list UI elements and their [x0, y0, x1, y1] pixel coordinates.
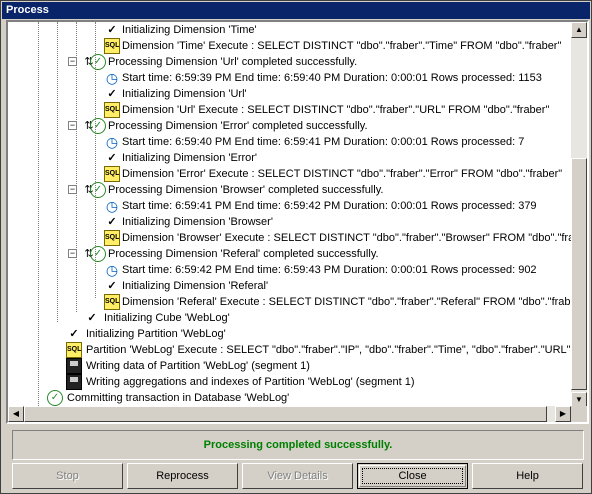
clock-icon: ◷: [105, 262, 119, 278]
collapse-icon[interactable]: −: [68, 121, 77, 130]
collapse-icon[interactable]: −: [68, 185, 77, 194]
init-check-icon: [104, 214, 120, 230]
completed-icon: ✓: [90, 182, 106, 198]
completed-icon: ✓: [90, 246, 106, 262]
stop-button[interactable]: Stop: [12, 463, 123, 489]
process-window: Process Initializing Dimension 'Time' SQ…: [0, 0, 592, 494]
reprocess-button[interactable]: Reprocess: [127, 463, 238, 489]
completed-icon: ✓: [90, 118, 106, 134]
horizontal-scrollbar[interactable]: ◀ ▶: [8, 406, 571, 422]
sql-icon: SQL: [104, 230, 120, 246]
horizontal-scroll-thumb[interactable]: [24, 406, 547, 422]
clock-icon: ◷: [105, 70, 119, 86]
scroll-right-icon[interactable]: ▶: [555, 406, 571, 422]
tree-content: Initializing Dimension 'Time' SQL Dimens…: [8, 22, 571, 408]
disk-icon: [66, 358, 82, 374]
sql-icon: SQL: [104, 102, 120, 118]
process-log-tree[interactable]: Initializing Dimension 'Time' SQL Dimens…: [6, 20, 589, 424]
scroll-left-icon[interactable]: ◀: [8, 406, 24, 422]
disk-icon: [66, 374, 82, 390]
init-check-icon: [104, 150, 120, 166]
vertical-scrollbar[interactable]: ▲ ▼: [571, 22, 587, 408]
tree-line: [38, 22, 39, 408]
init-check-icon: [84, 310, 100, 326]
status-message: Processing completed successfully.: [12, 430, 584, 460]
sql-icon: SQL: [104, 166, 120, 182]
init-check-icon: [66, 326, 82, 342]
scrollbar-corner: [571, 406, 587, 422]
tree-line: [57, 22, 58, 322]
completed-icon: ✓: [90, 54, 106, 70]
scroll-up-icon[interactable]: ▲: [571, 22, 587, 38]
sql-icon: SQL: [66, 342, 82, 358]
sql-icon: SQL: [104, 294, 120, 310]
view-details-button[interactable]: View Details: [242, 463, 353, 489]
clock-icon: ◷: [105, 134, 119, 150]
help-button[interactable]: Help: [472, 463, 583, 489]
init-check-icon: [104, 22, 120, 38]
init-check-icon: [104, 278, 120, 294]
collapse-icon[interactable]: −: [68, 57, 77, 66]
window-title: Process: [2, 2, 590, 19]
init-check-icon: [104, 86, 120, 102]
vertical-scroll-thumb[interactable]: [571, 158, 587, 390]
close-button[interactable]: Close: [357, 463, 468, 489]
completed-icon: ✓: [47, 390, 63, 406]
sql-icon: SQL: [104, 38, 120, 54]
collapse-icon[interactable]: −: [68, 249, 77, 258]
clock-icon: ◷: [105, 198, 119, 214]
